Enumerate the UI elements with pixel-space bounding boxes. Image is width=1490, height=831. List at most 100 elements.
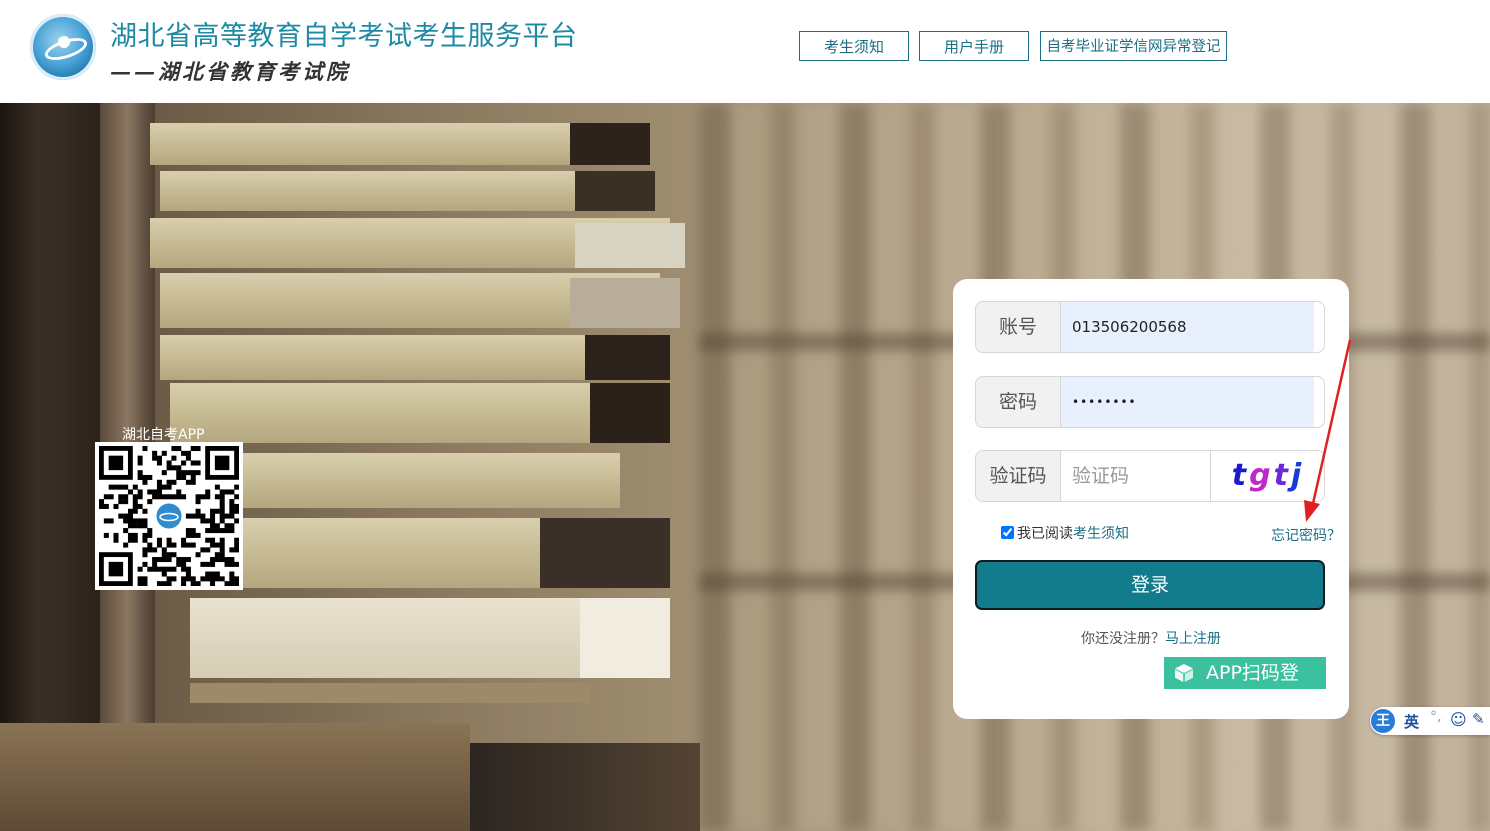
qr-module	[229, 547, 235, 553]
app-scan-login-button[interactable]: APP扫码登	[1164, 657, 1326, 689]
qr-module	[234, 581, 239, 586]
qr-module	[181, 557, 187, 563]
qr-module	[219, 489, 225, 495]
qr-module	[176, 494, 182, 500]
qr-module	[137, 576, 143, 582]
nav-exam-notice-button[interactable]: 考生须知	[799, 31, 909, 61]
qr-module	[200, 518, 206, 524]
captcha-input[interactable]: 验证码	[1061, 451, 1211, 501]
qr-module	[190, 479, 196, 485]
qr-module	[185, 532, 191, 538]
qr-module	[195, 499, 201, 505]
qr-module	[181, 460, 187, 466]
qr-module	[185, 528, 191, 534]
qr-module	[195, 513, 201, 519]
qr-module	[166, 576, 172, 582]
book-spine	[580, 598, 670, 678]
qr-module	[147, 566, 153, 572]
captcha-char: g	[1249, 458, 1274, 493]
qr-module	[195, 446, 201, 452]
qr-module	[156, 455, 162, 461]
qr-module	[219, 552, 225, 558]
qr-module	[185, 542, 191, 548]
password-input[interactable]: ••••••••	[1061, 377, 1314, 427]
qr-module	[181, 581, 187, 586]
qr-module	[132, 537, 138, 543]
pen-icon[interactable]: ✎	[1472, 710, 1485, 728]
qr-module	[205, 576, 211, 582]
qr-module	[234, 547, 239, 553]
qr-module	[195, 460, 201, 466]
qr-module	[214, 455, 230, 471]
qr-module	[142, 537, 148, 543]
qr-module	[137, 455, 143, 461]
qr-module	[142, 446, 148, 452]
agree-checkbox[interactable]	[1001, 526, 1014, 539]
qr-module	[224, 581, 230, 586]
qr-module	[161, 470, 167, 476]
qr-module	[234, 494, 239, 500]
qr-module	[171, 542, 177, 548]
exam-notice-link[interactable]: 考生须知	[1073, 526, 1129, 542]
qr-module	[142, 576, 148, 582]
qr-module	[200, 561, 206, 567]
qr-module	[190, 532, 196, 538]
qr-module	[161, 547, 167, 553]
qr-module	[108, 561, 124, 577]
qr-module	[185, 576, 191, 582]
app-qr-code	[95, 442, 243, 590]
ime-punct-toggle[interactable]: °,	[1430, 709, 1441, 725]
ime-logo-icon[interactable]: 王	[1371, 709, 1395, 733]
qr-module	[219, 576, 225, 582]
qr-module	[152, 547, 158, 553]
qr-module	[161, 581, 167, 586]
qr-module	[214, 576, 220, 582]
qr-module	[181, 576, 187, 582]
book-stack-7	[200, 453, 620, 508]
qr-module	[142, 547, 148, 553]
qr-module	[210, 542, 216, 548]
site-title: 湖北省高等教育自学考试考生服务平台	[110, 21, 578, 52]
qr-module	[171, 446, 177, 452]
qr-module	[185, 513, 191, 519]
book-spine	[585, 335, 670, 380]
site-logo-icon	[30, 14, 96, 80]
qr-module	[200, 576, 206, 582]
qr-module	[137, 503, 143, 509]
qr-module	[166, 494, 172, 500]
qr-module	[156, 557, 162, 563]
wooden-shelf	[0, 723, 470, 831]
qr-module	[229, 508, 235, 514]
qr-module	[166, 552, 172, 558]
qr-module	[219, 513, 225, 519]
qr-module	[161, 450, 167, 456]
qr-module	[123, 499, 129, 505]
login-button[interactable]: 登录	[975, 560, 1325, 610]
qr-module	[118, 494, 124, 500]
smiley-icon[interactable]: ☺	[1450, 710, 1467, 729]
qr-module	[234, 542, 239, 548]
register-link[interactable]: 马上注册	[1165, 631, 1221, 647]
qr-module	[234, 503, 239, 509]
qr-module	[185, 450, 191, 456]
qr-module	[152, 557, 158, 563]
account-input[interactable]: 013506200568	[1061, 302, 1314, 352]
qr-module	[166, 581, 172, 586]
ime-mode-toggle[interactable]: 英	[1404, 711, 1419, 732]
qr-module	[99, 503, 105, 509]
qr-module	[103, 503, 109, 509]
qr-module	[99, 499, 105, 505]
qr-module	[195, 552, 201, 558]
qr-module	[229, 557, 235, 563]
qr-module	[118, 499, 124, 505]
qr-module	[166, 479, 172, 485]
qr-module	[147, 528, 153, 534]
qr-module	[185, 557, 191, 563]
qr-module	[166, 566, 172, 572]
nav-diploma-registration-button[interactable]: 自考毕业证学信网异常登记	[1040, 31, 1227, 61]
nav-user-manual-button[interactable]: 用户手册	[919, 31, 1029, 61]
qr-module	[161, 571, 167, 577]
qr-module	[171, 465, 177, 471]
qr-module	[229, 513, 235, 519]
qr-module	[190, 446, 196, 452]
